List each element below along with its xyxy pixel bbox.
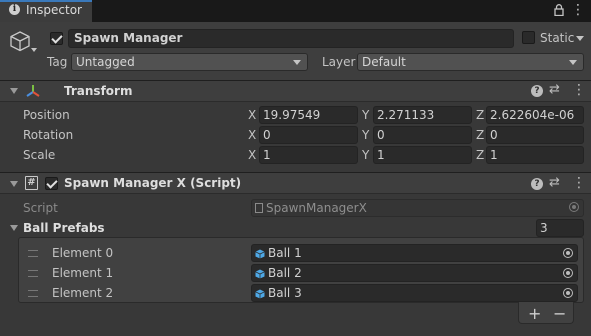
element-object-field[interactable]: Ball 1 bbox=[251, 244, 578, 262]
help-icon[interactable]: ? bbox=[531, 178, 543, 190]
kebab-menu-icon[interactable]: ⋮ bbox=[571, 3, 585, 17]
script-reference-value: SpawnManagerX bbox=[266, 201, 367, 215]
tab-inspector-label: Inspector bbox=[26, 3, 82, 17]
layer-dropdown[interactable]: Default bbox=[357, 53, 584, 71]
scale-x-field[interactable]: 1 bbox=[259, 146, 358, 164]
chevron-down-icon bbox=[293, 60, 301, 65]
help-icon[interactable]: ? bbox=[531, 85, 543, 97]
static-dropdown-arrow-icon[interactable] bbox=[576, 36, 584, 41]
script-component-title: Spawn Manager X (Script) bbox=[64, 176, 242, 190]
axis-x-label[interactable]: X bbox=[248, 128, 256, 142]
drag-handle-icon[interactable] bbox=[28, 290, 38, 297]
csharp-script-icon: # bbox=[25, 176, 38, 190]
prefab-cube-icon bbox=[255, 269, 265, 279]
drag-handle-icon[interactable] bbox=[28, 270, 38, 277]
rotation-z-field[interactable]: 0 bbox=[486, 126, 584, 144]
remove-element-button[interactable]: − bbox=[553, 304, 566, 323]
transform-title: Transform bbox=[64, 84, 133, 98]
foldout-arrow-icon[interactable] bbox=[10, 181, 18, 187]
layer-label: Layer bbox=[322, 55, 356, 69]
more-dots-icon[interactable]: ⋮ bbox=[572, 176, 586, 190]
preset-sliders-icon[interactable]: ⇄ bbox=[549, 83, 560, 96]
element-label: Element 0 bbox=[52, 246, 114, 260]
tag-label: Tag bbox=[47, 55, 68, 69]
script-label: Script bbox=[23, 201, 58, 215]
static-checkbox[interactable] bbox=[522, 31, 535, 44]
axis-z-label[interactable]: Z bbox=[476, 108, 484, 122]
script-reference-field[interactable]: SpawnManagerX bbox=[251, 199, 584, 217]
position-x-field[interactable]: 19.97549 bbox=[259, 106, 358, 124]
axis-x-label[interactable]: X bbox=[248, 108, 256, 122]
axis-y-label[interactable]: Y bbox=[362, 148, 369, 162]
script-enabled-checkbox[interactable] bbox=[45, 177, 58, 190]
scale-z-field[interactable]: 1 bbox=[486, 146, 584, 164]
object-picker-icon[interactable] bbox=[563, 268, 573, 278]
ball-prefabs-label[interactable]: Ball Prefabs bbox=[23, 221, 105, 235]
axis-y-label[interactable]: Y bbox=[362, 108, 369, 122]
static-label[interactable]: Static bbox=[540, 31, 574, 45]
position-label: Position bbox=[23, 108, 70, 122]
rotation-label: Rotation bbox=[23, 128, 74, 142]
more-dots-icon[interactable]: ⋮ bbox=[572, 83, 586, 97]
element-label: Element 1 bbox=[52, 266, 114, 280]
chevron-down-icon[interactable] bbox=[31, 48, 37, 52]
element-object-field[interactable]: Ball 3 bbox=[251, 284, 578, 302]
element-object-value: Ball 3 bbox=[268, 286, 302, 300]
layer-dropdown-value: Default bbox=[362, 55, 406, 69]
preset-sliders-icon[interactable]: ⇄ bbox=[549, 176, 560, 189]
prefab-cube-icon bbox=[255, 249, 265, 259]
transform-axes-icon bbox=[26, 85, 40, 97]
active-checkbox[interactable] bbox=[50, 32, 63, 45]
tag-dropdown-value: Untagged bbox=[76, 55, 135, 69]
rotation-y-field[interactable]: 0 bbox=[373, 126, 472, 144]
chevron-down-icon bbox=[569, 60, 577, 65]
script-icon-glyph: # bbox=[27, 177, 36, 188]
lock-icon[interactable] bbox=[554, 4, 564, 16]
axis-x-label[interactable]: X bbox=[248, 148, 256, 162]
drag-handle-icon[interactable] bbox=[28, 250, 38, 257]
axis-z-label[interactable]: Z bbox=[476, 148, 484, 162]
object-picker-icon bbox=[569, 202, 579, 212]
element-object-value: Ball 2 bbox=[268, 266, 302, 280]
foldout-arrow-icon[interactable] bbox=[10, 88, 18, 94]
gameobject-cube-icon[interactable] bbox=[9, 30, 31, 52]
script-file-icon bbox=[255, 203, 263, 213]
rotation-x-field[interactable]: 0 bbox=[259, 126, 358, 144]
scale-label: Scale bbox=[23, 148, 56, 162]
element-object-value: Ball 1 bbox=[268, 246, 302, 260]
element-object-field[interactable]: Ball 2 bbox=[251, 264, 578, 282]
axis-y-label[interactable]: Y bbox=[362, 128, 369, 142]
position-z-field[interactable]: 2.622604e-06 bbox=[486, 106, 584, 124]
prefab-cube-icon bbox=[255, 289, 265, 299]
element-label: Element 2 bbox=[52, 286, 114, 300]
axis-z-label[interactable]: Z bbox=[476, 128, 484, 142]
foldout-arrow-icon[interactable] bbox=[10, 225, 18, 231]
position-y-field[interactable]: 2.271133 bbox=[373, 106, 472, 124]
list-size-field[interactable]: 3 bbox=[536, 219, 584, 237]
scale-y-field[interactable]: 1 bbox=[373, 146, 472, 164]
object-picker-icon[interactable] bbox=[563, 288, 573, 298]
info-icon: i bbox=[9, 4, 20, 15]
tag-dropdown[interactable]: Untagged bbox=[71, 53, 308, 71]
object-picker-icon[interactable] bbox=[563, 248, 573, 258]
add-element-button[interactable]: + bbox=[528, 304, 541, 323]
object-name-field[interactable]: Spawn Manager bbox=[68, 29, 514, 48]
